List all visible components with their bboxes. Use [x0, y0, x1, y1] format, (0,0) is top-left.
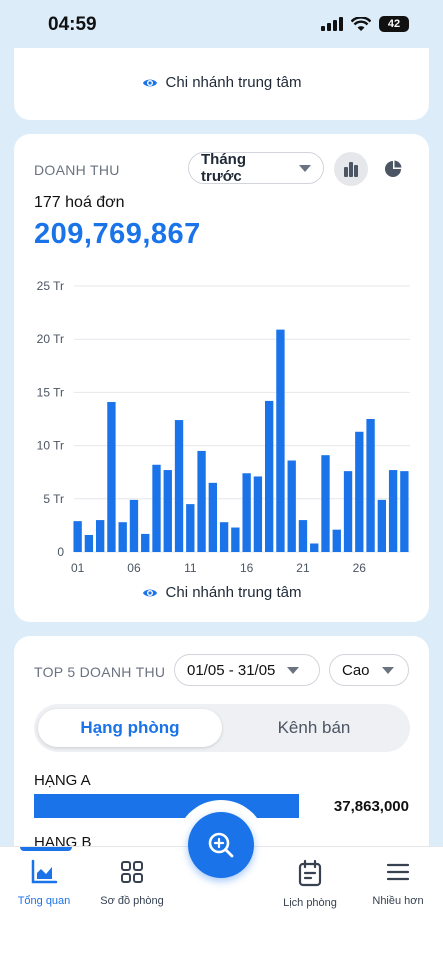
nav-label: Nhiều hơn [372, 895, 424, 907]
bar-day-28 [377, 499, 387, 552]
bar-day-21 [298, 520, 308, 552]
pie-chart-icon [385, 160, 402, 177]
signal-icon [321, 17, 343, 31]
rank-value: 37,863,000 [333, 798, 409, 815]
bar-day-26 [355, 431, 364, 552]
calendar-icon [298, 859, 322, 887]
sort-value: Cao [342, 661, 370, 679]
bar-day-25 [343, 471, 353, 552]
bar-day-4 [107, 401, 116, 552]
bar-day-15 [231, 527, 240, 552]
nav-label: Lịch phòng [283, 897, 337, 909]
x-tick-label: 06 [127, 561, 141, 574]
rank-label: HẠNG A [34, 772, 91, 789]
bar-day-1 [73, 521, 82, 552]
branch-filter[interactable]: Chi nhánh trung tâm [14, 74, 429, 91]
nav-more[interactable]: Nhiều hơn [354, 859, 442, 907]
tab-sales-channel[interactable]: Kênh bán [222, 709, 406, 747]
period-value: Tháng trước [201, 151, 246, 185]
pie-chart-toggle[interactable] [376, 152, 410, 186]
nav-room-calendar[interactable]: Lịch phòng [266, 859, 354, 909]
y-tick-label: 15 Tr [37, 385, 64, 399]
bar-day-30 [400, 471, 409, 552]
area-chart-icon [31, 859, 58, 884]
status-time: 04:59 [48, 14, 97, 35]
eye-icon [142, 589, 157, 596]
bar-day-8 [152, 464, 161, 552]
y-tick-label: 25 Tr [37, 279, 64, 293]
rank-bar [34, 794, 299, 818]
revenue-total: 209,769,867 [34, 218, 201, 250]
bar-day-27 [366, 419, 375, 552]
bar-day-10 [174, 420, 184, 552]
bar-day-3 [95, 520, 105, 552]
tab-room-class[interactable]: Hạng phòng [38, 709, 222, 747]
revenue-bar-chart: 0 5 Tr 10 Tr 15 Tr 20 Tr 25 Tr 01 06 11 16 21 26 [37, 279, 410, 574]
status-bar: 04:59 42 [0, 0, 443, 48]
chevron-down-icon [299, 164, 311, 172]
bar-day-9 [163, 470, 172, 552]
x-tick-label: 21 [296, 561, 310, 574]
bar-day-12 [197, 450, 206, 552]
bar-day-17 [253, 476, 263, 552]
x-tick-label: 01 [71, 561, 85, 574]
bar-day-23 [321, 455, 330, 552]
bar-day-29 [388, 470, 398, 552]
bar-day-22 [310, 543, 319, 552]
x-tick-label: 26 [353, 561, 367, 574]
nav-label: Tổng quan [17, 895, 71, 907]
bar-day-16 [242, 473, 251, 552]
bar-chart-toggle[interactable] [334, 152, 368, 186]
grid-icon [121, 861, 143, 883]
bar-day-7 [141, 533, 150, 552]
bar-day-19 [276, 329, 285, 552]
chevron-down-icon [381, 666, 394, 674]
x-tick-label: 11 [184, 561, 197, 574]
battery-icon: 42 [379, 16, 409, 32]
bar-chart-icon [344, 162, 358, 177]
y-tick-label: 5 Tr [43, 492, 64, 506]
nav-room-map[interactable]: Sơ đồ phòng [88, 859, 176, 907]
bar-day-2 [84, 534, 94, 552]
nav-overview[interactable]: Tổng quan [0, 859, 88, 907]
search-fab-button[interactable] [188, 812, 254, 878]
y-tick-label: 10 Tr [37, 439, 64, 453]
wifi-icon [351, 16, 371, 31]
top5-title: TOP 5 DOANH THU [34, 664, 166, 680]
chevron-down-icon [287, 666, 300, 674]
bar-day-13 [208, 482, 218, 552]
chart-branch-label: Chi nhánh trung tâm [165, 584, 302, 601]
zoom-search-icon [208, 832, 234, 858]
date-range-dropdown[interactable]: 01/05 - 31/05 [174, 654, 320, 686]
nav-label: Sơ đồ phòng [100, 895, 164, 907]
eye-icon [142, 79, 157, 86]
bar-day-18 [264, 400, 274, 552]
revenue-card: DOANH THU Tháng trước 177 hoá đơn 209,76… [14, 134, 429, 622]
bar-day-5 [118, 522, 127, 552]
active-tab-indicator [20, 847, 72, 851]
bar-day-20 [287, 460, 296, 552]
top5-segmented-control: Hạng phòng Kênh bán [34, 704, 410, 752]
y-tick-label: 20 Tr [37, 332, 64, 346]
bar-day-14 [219, 522, 229, 552]
invoice-count: 177 hoá đơn [34, 194, 125, 211]
sort-dropdown[interactable]: Cao [329, 654, 409, 686]
chart-branch-filter[interactable]: Chi nhánh trung tâm [14, 584, 429, 601]
branch-card: Chi nhánh trung tâm [14, 48, 429, 120]
bar-day-24 [332, 529, 341, 552]
period-dropdown[interactable]: Tháng trước [188, 151, 324, 185]
date-range-value: 01/05 - 31/05 [187, 661, 276, 679]
bar-day-11 [186, 504, 195, 552]
x-tick-label: 16 [240, 561, 254, 574]
menu-icon [386, 863, 410, 881]
revenue-title: DOANH THU [34, 162, 120, 178]
bar-day-6 [129, 499, 139, 552]
y-tick-label: 0 [57, 545, 64, 559]
branch-label: Chi nhánh trung tâm [165, 74, 302, 91]
